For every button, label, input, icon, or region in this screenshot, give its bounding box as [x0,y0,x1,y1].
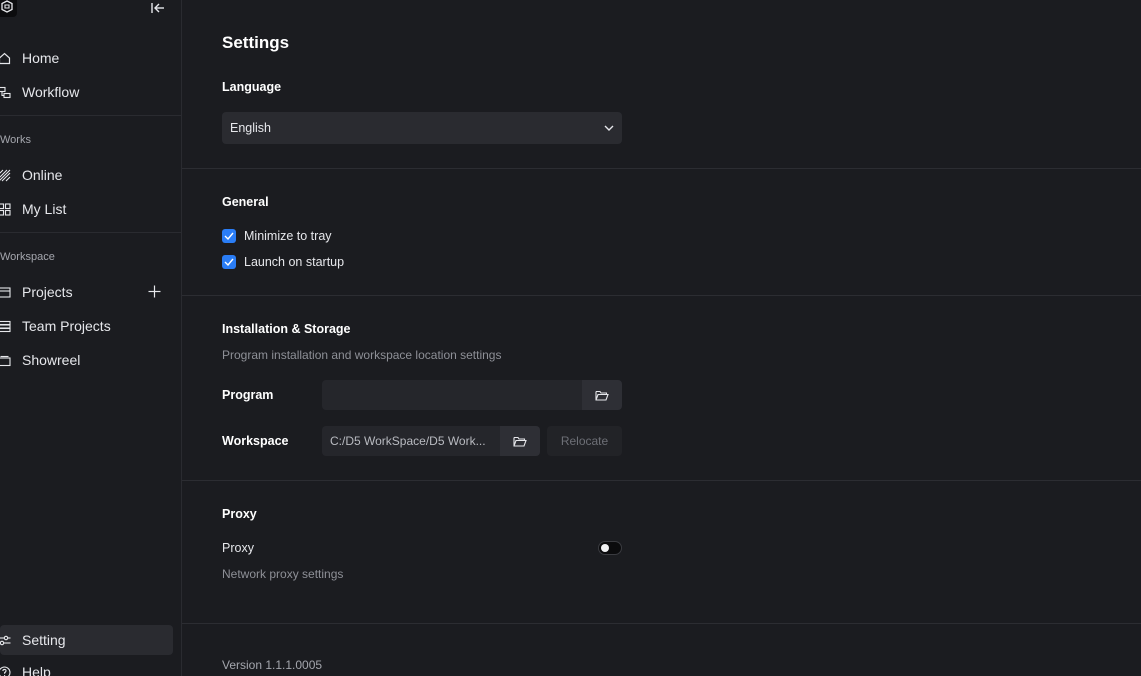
section-divider [182,623,1141,624]
sidebar-item-label: My List [22,201,67,217]
sidebar-item-showreel[interactable]: Showreel [0,345,173,375]
stack-icon [0,319,12,333]
sidebar-item-home[interactable]: Home [0,43,173,73]
section-divider [182,295,1141,296]
page-title: Settings [222,33,290,52]
works-section-label: Works [0,134,31,146]
section-divider [182,168,1141,169]
toggle-knob [601,544,609,552]
launch-on-startup-label: Launch on startup [244,255,345,269]
grid-icon [0,202,12,216]
general-heading: General [222,195,269,209]
sidebar-item-label: Team Projects [22,318,111,334]
language-select[interactable]: English [222,112,622,144]
sliders-icon [0,633,12,647]
plus-icon [148,285,160,297]
sidebar-item-label: Projects [22,284,73,300]
add-project-button[interactable] [146,283,162,299]
section-divider [182,480,1141,481]
workspace-section-label: Workspace [0,251,55,263]
sidebar-item-label: Setting [22,632,66,648]
chevron-down-icon [604,125,614,131]
proxy-label: Proxy [222,541,254,555]
sidebar-divider [0,232,181,233]
workspace-path-field[interactable]: C:/D5 WorkSpace/D5 Work... [322,426,500,456]
folder-icon [0,285,12,299]
version-text: Version 1.1.1.0005 [222,658,323,672]
sidebar: Home Workflow Works Online My List Works… [0,0,182,676]
sidebar-item-label: Online [22,167,63,183]
home-icon [0,51,12,65]
proxy-description: Network proxy settings [222,567,344,581]
collapse-icon [151,3,164,13]
language-heading: Language [222,80,282,94]
sidebar-item-team-projects[interactable]: Team Projects [0,311,173,341]
program-browse-button[interactable] [582,380,622,410]
sidebar-item-label: Workflow [22,84,80,100]
sidebar-item-my-list[interactable]: My List [0,194,173,224]
proxy-toggle[interactable] [598,541,622,555]
sidebar-divider [0,115,181,116]
relocate-button[interactable]: Relocate [547,426,622,456]
language-select-value: English [230,121,271,135]
help-icon [0,665,12,676]
app-logo [0,0,17,17]
sidebar-item-label: Home [22,50,60,66]
logo-icon [0,0,13,13]
sidebar-item-help[interactable]: Help [0,657,173,676]
program-path-field[interactable] [322,380,582,410]
check-icon [224,232,234,240]
collapse-sidebar-button[interactable] [149,0,167,16]
check-icon [224,258,234,266]
sidebar-item-label: Help [22,664,51,676]
showreel-icon [0,353,12,367]
storage-heading: Installation & Storage [222,322,351,336]
workspace-browse-button[interactable] [500,426,540,456]
proxy-heading: Proxy [222,507,257,521]
program-label: Program [222,388,274,402]
online-icon [0,168,12,182]
folder-open-icon [513,436,527,447]
minimize-to-tray-checkbox[interactable] [222,229,236,243]
workspace-label: Workspace [222,434,289,448]
sidebar-item-setting[interactable]: Setting [0,625,173,655]
sidebar-item-workflow[interactable]: Workflow [0,77,173,107]
sidebar-item-label: Showreel [22,352,81,368]
sidebar-item-online[interactable]: Online [0,160,173,190]
settings-panel: Settings Language English General Minimi… [182,0,1141,676]
storage-description: Program installation and workspace locat… [222,348,502,362]
launch-on-startup-option[interactable]: Launch on startup [222,254,344,270]
minimize-to-tray-option[interactable]: Minimize to tray [222,228,332,244]
launch-on-startup-checkbox[interactable] [222,255,236,269]
minimize-to-tray-label: Minimize to tray [244,229,332,243]
workflow-icon [0,85,12,99]
folder-open-icon [595,390,609,401]
